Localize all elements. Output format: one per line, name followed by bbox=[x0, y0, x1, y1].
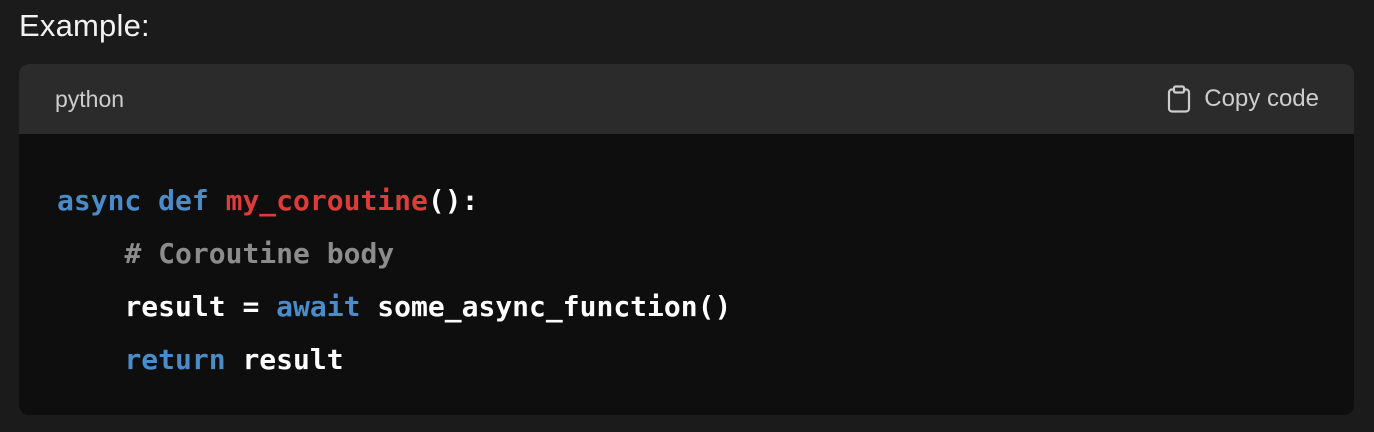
code-line: async def my_coroutine(): bbox=[57, 174, 1354, 227]
copy-code-button[interactable]: Copy code bbox=[1166, 85, 1319, 113]
code-token: # Coroutine body bbox=[124, 237, 395, 270]
code-token: await bbox=[276, 290, 361, 323]
clipboard-icon bbox=[1166, 85, 1192, 113]
code-token: def bbox=[158, 184, 209, 217]
code-token: async bbox=[57, 184, 142, 217]
code-block-header: python Copy code bbox=[19, 64, 1354, 134]
code-token: return bbox=[124, 343, 226, 376]
code-line: return result bbox=[57, 333, 1354, 386]
code-token: some_async_function() bbox=[360, 290, 732, 323]
code-language-label: python bbox=[55, 85, 125, 112]
code-content: async def my_coroutine(): # Coroutine bo… bbox=[19, 134, 1354, 386]
code-block: python Copy code async def my_coroutine(… bbox=[19, 64, 1354, 415]
copy-code-label: Copy code bbox=[1204, 85, 1319, 112]
code-token: result = bbox=[124, 290, 277, 323]
section-heading: Example: bbox=[19, 8, 150, 43]
code-token: result bbox=[225, 343, 344, 376]
code-line: result = await some_async_function() bbox=[57, 280, 1354, 333]
code-token: my_coroutine bbox=[225, 184, 428, 217]
code-line: # Coroutine body bbox=[57, 227, 1354, 280]
code-token: (): bbox=[427, 184, 479, 217]
